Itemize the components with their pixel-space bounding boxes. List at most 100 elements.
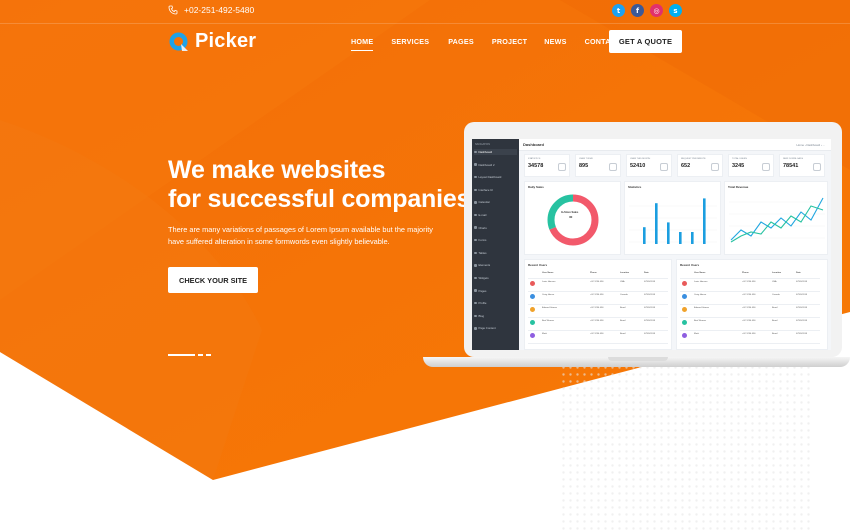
nav-item-news[interactable]: NEWS	[544, 37, 566, 46]
statistics-bar	[643, 227, 646, 244]
table-row[interactable]: Mark +02 1234 456 Brazil 07/05/2018	[680, 331, 820, 344]
check-your-site-button[interactable]: CHECK YOUR SITE	[168, 267, 258, 293]
table-row[interactable]: Louis Hansen +02 1234 456 USA 07/05/2018	[528, 279, 668, 292]
laptop-mockup: NAVIGATION Dashboard Dashboard 2 Layout Da…	[423, 122, 850, 372]
instagram-icon[interactable]: ◎	[650, 4, 663, 17]
table-cell: +02 1234 456	[590, 333, 604, 335]
menu-bullet-icon	[474, 175, 477, 179]
phone-contact[interactable]: +02-251-492-5480	[168, 5, 254, 15]
brand-name: Picker	[195, 30, 257, 52]
brand-logo[interactable]: Picker	[168, 30, 256, 53]
dash-sidebar-item[interactable]: Calendar	[474, 199, 517, 205]
daily-sales-donut	[547, 194, 599, 246]
table-cell: +02 1234 456	[742, 294, 756, 296]
table-cell: 07/05/2018	[796, 281, 807, 283]
table-cell: Brazil	[772, 333, 778, 335]
statistics-bar	[691, 232, 694, 244]
table-cell: USA	[620, 281, 625, 283]
table-row[interactable]: Mark +02 1234 456 Brazil 07/05/2018	[528, 331, 668, 344]
dash-sidebar-label: Widgets	[478, 276, 489, 280]
table-cell: 07/05/2018	[796, 307, 807, 309]
avatar	[682, 333, 687, 338]
stat-icon	[711, 163, 719, 171]
dash-sidebar-item[interactable]: Blog	[474, 313, 517, 319]
table-row[interactable]: Craig Hause +02 1234 456 Canada 07/05/2018	[528, 292, 668, 305]
twitter-icon[interactable]: t	[612, 4, 625, 17]
slider-pagination	[168, 354, 211, 356]
menu-bullet-icon	[474, 188, 477, 192]
table-cell: +02 1234 456	[742, 307, 756, 309]
table-cell: +02 1234 456	[742, 320, 756, 322]
phone-icon	[168, 5, 178, 15]
table-cell: Bret Weaver	[542, 320, 555, 322]
dash-sidebar-item[interactable]: Dashboard 2	[474, 162, 517, 168]
slider-dot[interactable]	[198, 354, 203, 356]
avatar	[530, 333, 535, 338]
stat-icon	[813, 163, 821, 171]
dash-sidebar-item[interactable]: Tables	[474, 250, 517, 256]
table-cell: Brazil	[620, 320, 626, 322]
column-header: Phone	[590, 272, 597, 274]
dash-sidebar-item[interactable]: Forms	[474, 237, 517, 243]
dash-sidebar-item[interactable]: Page Content	[474, 325, 517, 331]
dash-sidebar-item[interactable]: Widgets	[474, 275, 517, 281]
menu-bullet-icon	[474, 150, 477, 154]
menu-bullet-icon	[474, 163, 477, 166]
recent-users-title: Recent Users	[528, 263, 548, 267]
skype-icon[interactable]: s	[669, 4, 682, 17]
dash-sidebar-item[interactable]: Pages	[474, 288, 517, 294]
table-cell: 07/05/2018	[796, 320, 807, 322]
table-cell: 07/05/2018	[644, 333, 655, 335]
table-row[interactable]: Louis Hansen +02 1234 456 USA 07/05/2018	[680, 279, 820, 292]
dash-sidebar-item[interactable]: Dashboard	[474, 149, 517, 155]
table-cell: +02 1234 456	[590, 281, 604, 283]
slider-dot[interactable]	[206, 354, 211, 356]
donut-center-value: 30	[569, 215, 573, 219]
table-row[interactable]: Bret Weaver +02 1234 456 Brazil 07/05/2018	[680, 318, 820, 331]
dashboard-preview: NAVIGATION Dashboard Dashboard 2 Layout Da…	[472, 139, 831, 350]
avatar	[682, 307, 687, 312]
dashboard-title: Dashboard	[523, 142, 544, 147]
table-row[interactable]: Edward Grimes +02 1234 456 Brazil 07/05/201…	[680, 305, 820, 318]
table-cell: +02 1234 456	[590, 307, 604, 309]
stat-label: REQUEST PER MINUTE	[681, 158, 706, 160]
statistics-bar-chart	[629, 198, 717, 244]
menu-bullet-icon	[474, 301, 477, 305]
column-header: User Name	[542, 272, 554, 274]
avatar	[682, 294, 687, 299]
facebook-icon[interactable]: f	[631, 4, 644, 17]
menu-bullet-icon	[474, 226, 477, 229]
daily-sales-card: Daily Sales In-Store Sales 30	[524, 181, 621, 255]
nav-item-pages[interactable]: PAGES	[448, 37, 474, 46]
slider-dot-active[interactable]	[168, 354, 195, 356]
dash-sidebar-item[interactable]: Layout Dashboard	[474, 174, 517, 180]
dash-sidebar-item[interactable]: Charts	[474, 225, 517, 231]
dash-sidebar-label: Layout Dashboard	[478, 175, 502, 180]
table-row[interactable]: Edward Grimes +02 1234 456 Brazil 07/05/201…	[528, 305, 668, 318]
avatar	[530, 307, 535, 312]
picker-logo-icon	[169, 32, 188, 51]
stat-label: STATISTICS	[528, 158, 541, 160]
column-header: Location	[772, 272, 782, 274]
sidebar-header: NAVIGATION	[475, 143, 491, 146]
menu-bullet-icon	[474, 213, 477, 217]
dash-sidebar-label: Pages	[478, 288, 487, 293]
table-cell: 07/05/2018	[644, 294, 655, 296]
laptop-notch	[608, 357, 668, 361]
get-a-quote-button[interactable]: GET A QUOTE	[609, 30, 682, 53]
table-row[interactable]: Bret Weaver +02 1234 456 Brazil 07/05/2018	[528, 318, 668, 331]
stat-card: REQUEST PER MINUTE 652	[677, 154, 723, 177]
dash-sidebar-item[interactable]: Interface UI	[474, 187, 517, 193]
table-cell: Edward Grimes	[542, 307, 558, 309]
dash-sidebar-item[interactable]: Elements	[474, 262, 517, 268]
daily-sales-title: Daily Sales	[528, 185, 544, 189]
nav-item-home[interactable]: HOME	[351, 37, 374, 51]
avatar	[530, 294, 535, 299]
dash-sidebar-item[interactable]: Profile	[474, 300, 517, 306]
nav-item-services[interactable]: SERVICES	[391, 37, 429, 46]
table-cell: +02 1234 456	[590, 320, 604, 322]
nav-item-project[interactable]: PROJECT	[492, 37, 527, 46]
table-row[interactable]: Craig Hause +02 1234 456 Canada 07/05/2018	[680, 292, 820, 305]
hero-description: There are many variations of passages of…	[168, 225, 433, 246]
dash-sidebar-item[interactable]: E-mail	[474, 212, 517, 218]
